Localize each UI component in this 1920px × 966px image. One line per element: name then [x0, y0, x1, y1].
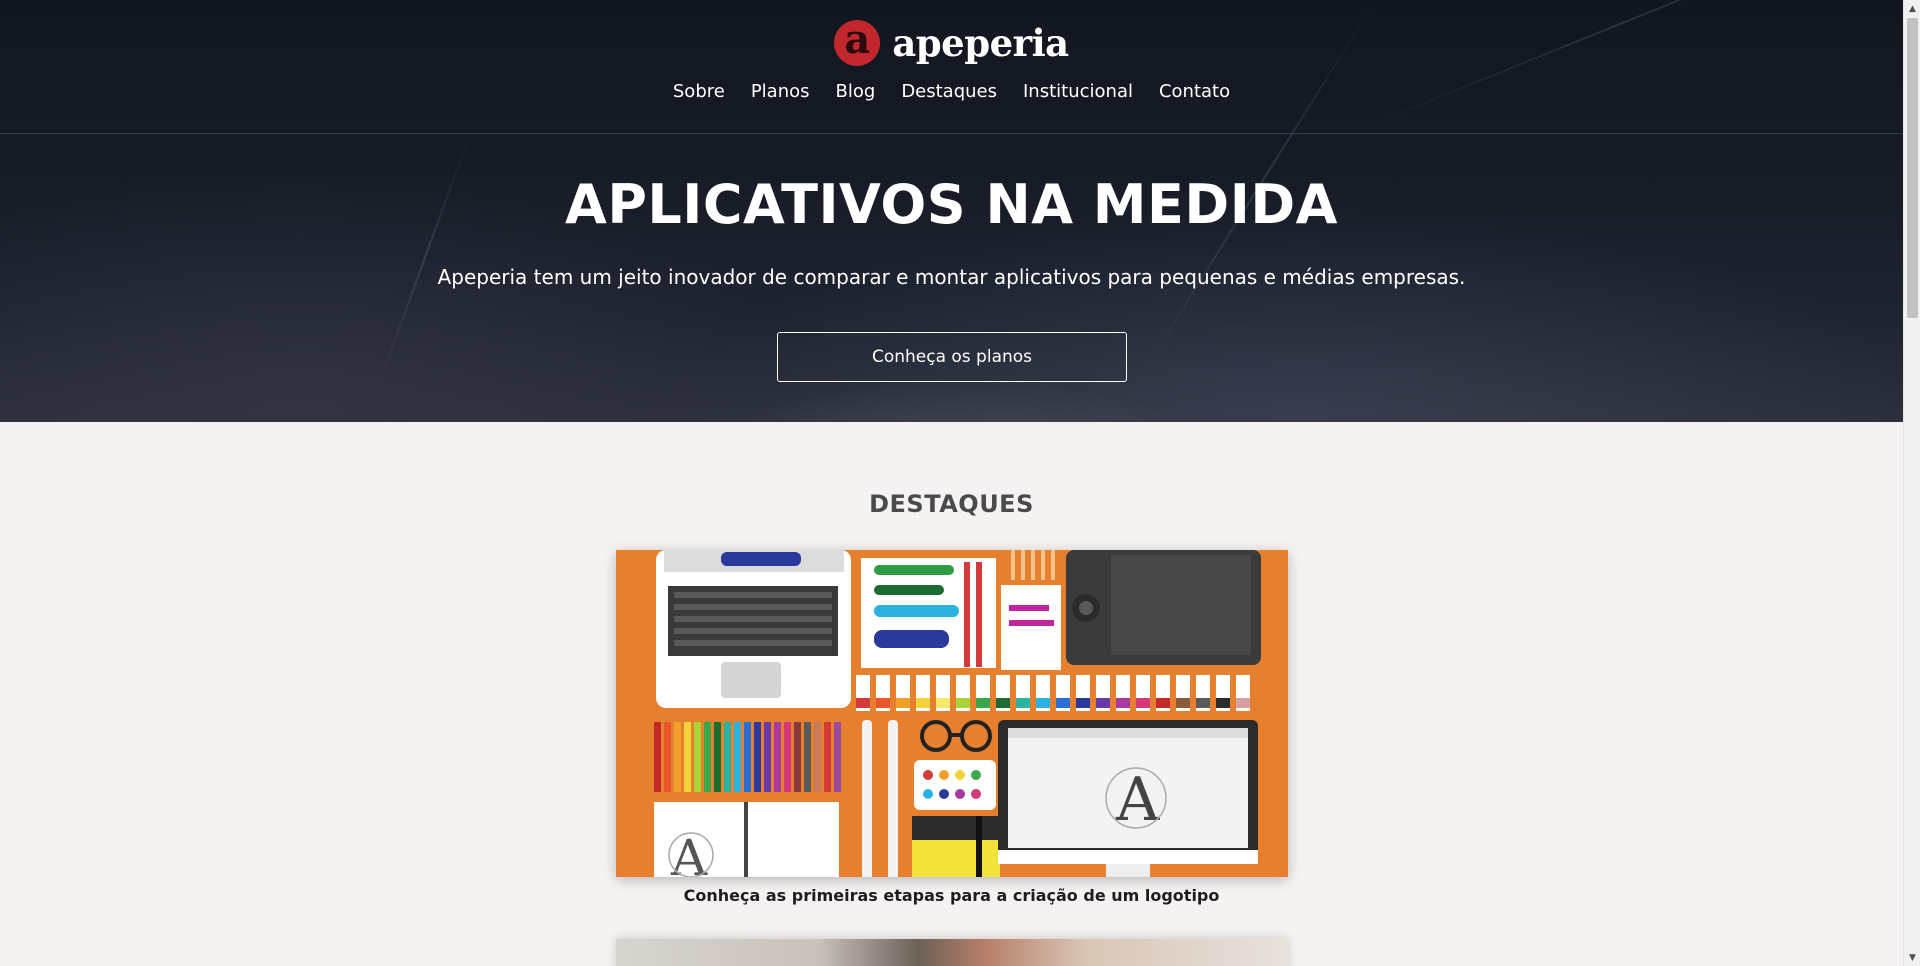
- nav-item-sobre[interactable]: Sobre: [660, 80, 738, 104]
- highlight-card-image[interactable]: A A: [616, 550, 1288, 877]
- nav-item-contato[interactable]: Contato: [1146, 80, 1243, 104]
- section-title: DESTAQUES: [869, 490, 1034, 518]
- nav-item-institucional[interactable]: Institucional: [1010, 80, 1146, 104]
- highlight-card-caption[interactable]: Conheça as primeiras etapas para a criaç…: [0, 886, 1903, 905]
- designer-desk-illustration-icon: A A: [616, 550, 1288, 877]
- highlight-card-image-2[interactable]: [616, 939, 1288, 966]
- brand-logo-letter: a: [844, 16, 871, 63]
- main-nav: Sobre Planos Blog Destaques Instituciona…: [0, 80, 1903, 104]
- scroll-down-arrow-icon[interactable]: ▼: [1904, 949, 1920, 966]
- nav-item-blog[interactable]: Blog: [823, 80, 889, 104]
- hero-subtitle: Apeperia tem um jeito inovador de compar…: [437, 265, 1466, 289]
- hero-section: a apeperia Sobre Planos Blog Destaques I…: [0, 0, 1903, 422]
- scrollbar-thumb[interactable]: [1907, 18, 1918, 318]
- nav-item-destaques[interactable]: Destaques: [888, 80, 1010, 104]
- page-scrollbar[interactable]: ▲ ▼: [1903, 0, 1920, 966]
- brand[interactable]: a apeperia: [0, 20, 1903, 66]
- scroll-up-arrow-icon[interactable]: ▲: [1904, 0, 1920, 17]
- nav-item-planos[interactable]: Planos: [738, 80, 823, 104]
- hero-title: APLICATIVOS NA MEDIDA: [565, 173, 1338, 236]
- header-divider: [0, 133, 1903, 134]
- brand-logo-icon: a: [834, 16, 881, 66]
- plans-cta-button[interactable]: Conheça os planos: [777, 332, 1127, 382]
- brand-name: apeperia: [892, 21, 1069, 65]
